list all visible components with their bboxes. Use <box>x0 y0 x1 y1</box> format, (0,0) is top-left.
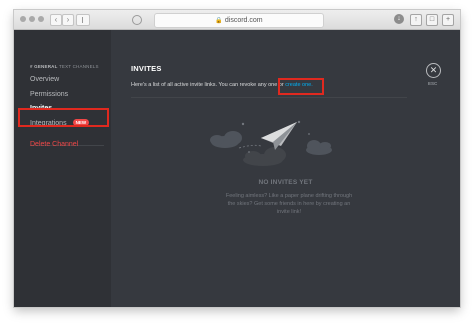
empty-state-message: Feeling aimless? Like a paper plane drif… <box>225 193 353 215</box>
channel-category: TEXT CHANNELS <box>58 64 99 69</box>
sidebar-item-overview[interactable]: Overview <box>30 76 59 83</box>
lock-icon: 🔒 <box>215 18 223 24</box>
paper-plane-icon <box>261 122 297 150</box>
share-icon[interactable]: ↑ <box>410 14 422 26</box>
cloud-left-icon <box>210 131 242 148</box>
tabs-overview-icon[interactable]: □ <box>426 14 438 26</box>
channel-name: # GENERAL <box>30 64 58 69</box>
cloud-right-icon <box>306 140 332 155</box>
address-text: discord.com <box>224 17 263 24</box>
page-title: INVITES <box>131 64 162 73</box>
address-bar[interactable]: 🔒 discord.com <box>154 13 324 28</box>
delete-channel-button[interactable]: Delete Channel <box>30 141 78 148</box>
cloud-bottom-icon <box>243 147 286 166</box>
sidebar-item-label: Permissions <box>30 91 69 98</box>
settings-sidebar: # GENERAL TEXT CHANNELS Overview Permiss… <box>14 30 111 307</box>
esc-label: ESC <box>428 81 438 86</box>
close-window-button[interactable] <box>20 16 26 22</box>
close-settings-button[interactable]: ✕ <box>426 63 441 78</box>
downloads-icon[interactable]: ↓ <box>394 14 404 24</box>
sidebar-item-label: Overview <box>30 76 60 83</box>
sidebar-toggle-icon[interactable] <box>76 14 90 26</box>
browser-window: ‹ › 🔒 discord.com ↓ ↑ □ + # GENERAL TEXT … <box>14 10 460 307</box>
back-icon[interactable]: ‹ <box>50 14 62 26</box>
zoom-window-button[interactable] <box>38 16 44 22</box>
new-tab-icon[interactable]: + <box>442 14 454 26</box>
close-icon: ✕ <box>429 65 438 75</box>
create-link-highlight-box <box>278 78 324 95</box>
content-divider <box>131 97 407 98</box>
flight-trail-icon <box>238 144 262 149</box>
description-text: Here's a list of all active invite links… <box>131 82 286 88</box>
empty-state-title: NO INVITES YET <box>258 179 313 186</box>
forward-icon[interactable]: › <box>62 14 74 26</box>
minimize-window-button[interactable] <box>29 16 35 22</box>
browser-toolbar: ‹ › 🔒 discord.com ↓ ↑ □ + <box>14 10 460 30</box>
privacy-shield-icon[interactable] <box>132 15 142 25</box>
sidebar-section-header: # GENERAL TEXT CHANNELS <box>30 64 99 69</box>
paper-plane-illustration <box>210 120 332 166</box>
sidebar-item-permissions[interactable]: Permissions <box>30 91 68 98</box>
invites-panel: INVITES Here's a list of all active invi… <box>111 30 460 307</box>
invites-highlight-box <box>18 108 109 127</box>
delete-channel-label: Delete Channel <box>30 141 79 148</box>
